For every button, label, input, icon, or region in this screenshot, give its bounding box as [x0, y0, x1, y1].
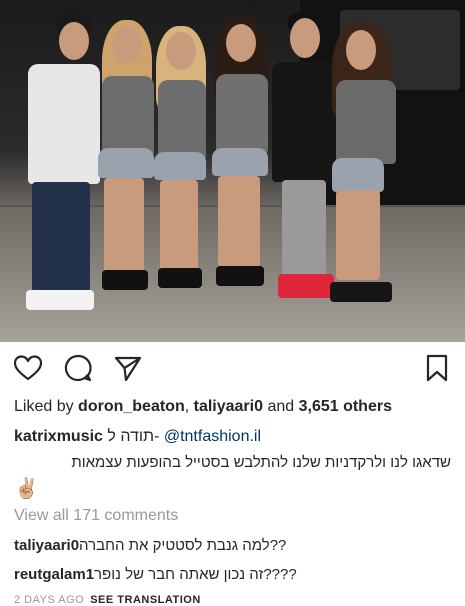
timestamp: 2 DAYS AGO [14, 594, 85, 606]
comment-1: taliyaari0למה גנבת לסטטיק את החברה?? [14, 537, 455, 554]
comment-2: reutgalam1זה נכון שאתה חבר של נופר???? [14, 566, 455, 583]
comment-icon[interactable] [62, 352, 94, 384]
caption-mention[interactable]: @tntfashion.il [164, 428, 261, 445]
person-3 [152, 26, 210, 288]
share-icon[interactable] [112, 352, 144, 384]
heart-icon[interactable] [12, 352, 44, 384]
see-translation-link[interactable]: SEE TRANSLATION [90, 594, 201, 606]
caption-line-1: katrixmusic תודה ל- @tntfashion.il [14, 428, 455, 446]
liker-2[interactable]: taliyaari0 [194, 398, 263, 415]
likes-count[interactable]: 3,651 others [299, 398, 392, 415]
bookmark-icon[interactable] [421, 352, 453, 384]
comment-1-username[interactable]: taliyaari0 [14, 537, 79, 554]
person-1 [14, 14, 100, 324]
likes-separator: , [184, 398, 194, 415]
caption-line-2: שדאגו לנו ולרקדניות שלנו להתלבש בסטייל ב… [71, 454, 451, 471]
caption-username[interactable]: katrixmusic [14, 428, 103, 445]
likes-prefix: Liked by [14, 398, 79, 415]
action-bar [12, 352, 453, 384]
comment-2-text: זה נכון שאתה חבר של נופר???? [94, 566, 297, 583]
post-photo[interactable] [0, 0, 465, 342]
view-all-comments-link[interactable]: View all 171 comments [14, 507, 178, 525]
comment-2-username[interactable]: reutgalam1 [14, 566, 94, 583]
liker-1[interactable]: doron_beaton [78, 398, 185, 415]
person-4 [210, 16, 272, 288]
instagram-post: Liked by doron_beaton, taliyaari0 and 3,… [0, 0, 465, 606]
victory-hand-icon: ✌🏼 [14, 478, 39, 500]
caption-text: תודה ל- [102, 428, 164, 445]
person-6 [330, 22, 400, 304]
likes-line: Liked by doron_beaton, taliyaari0 and 3,… [14, 398, 455, 416]
post-footer: 2 DAYS AGO SEE TRANSLATION [14, 594, 201, 606]
person-2 [96, 20, 156, 292]
comment-1-text: למה גנבת לסטטיק את החברה?? [79, 537, 287, 554]
likes-middle: and [263, 398, 299, 415]
